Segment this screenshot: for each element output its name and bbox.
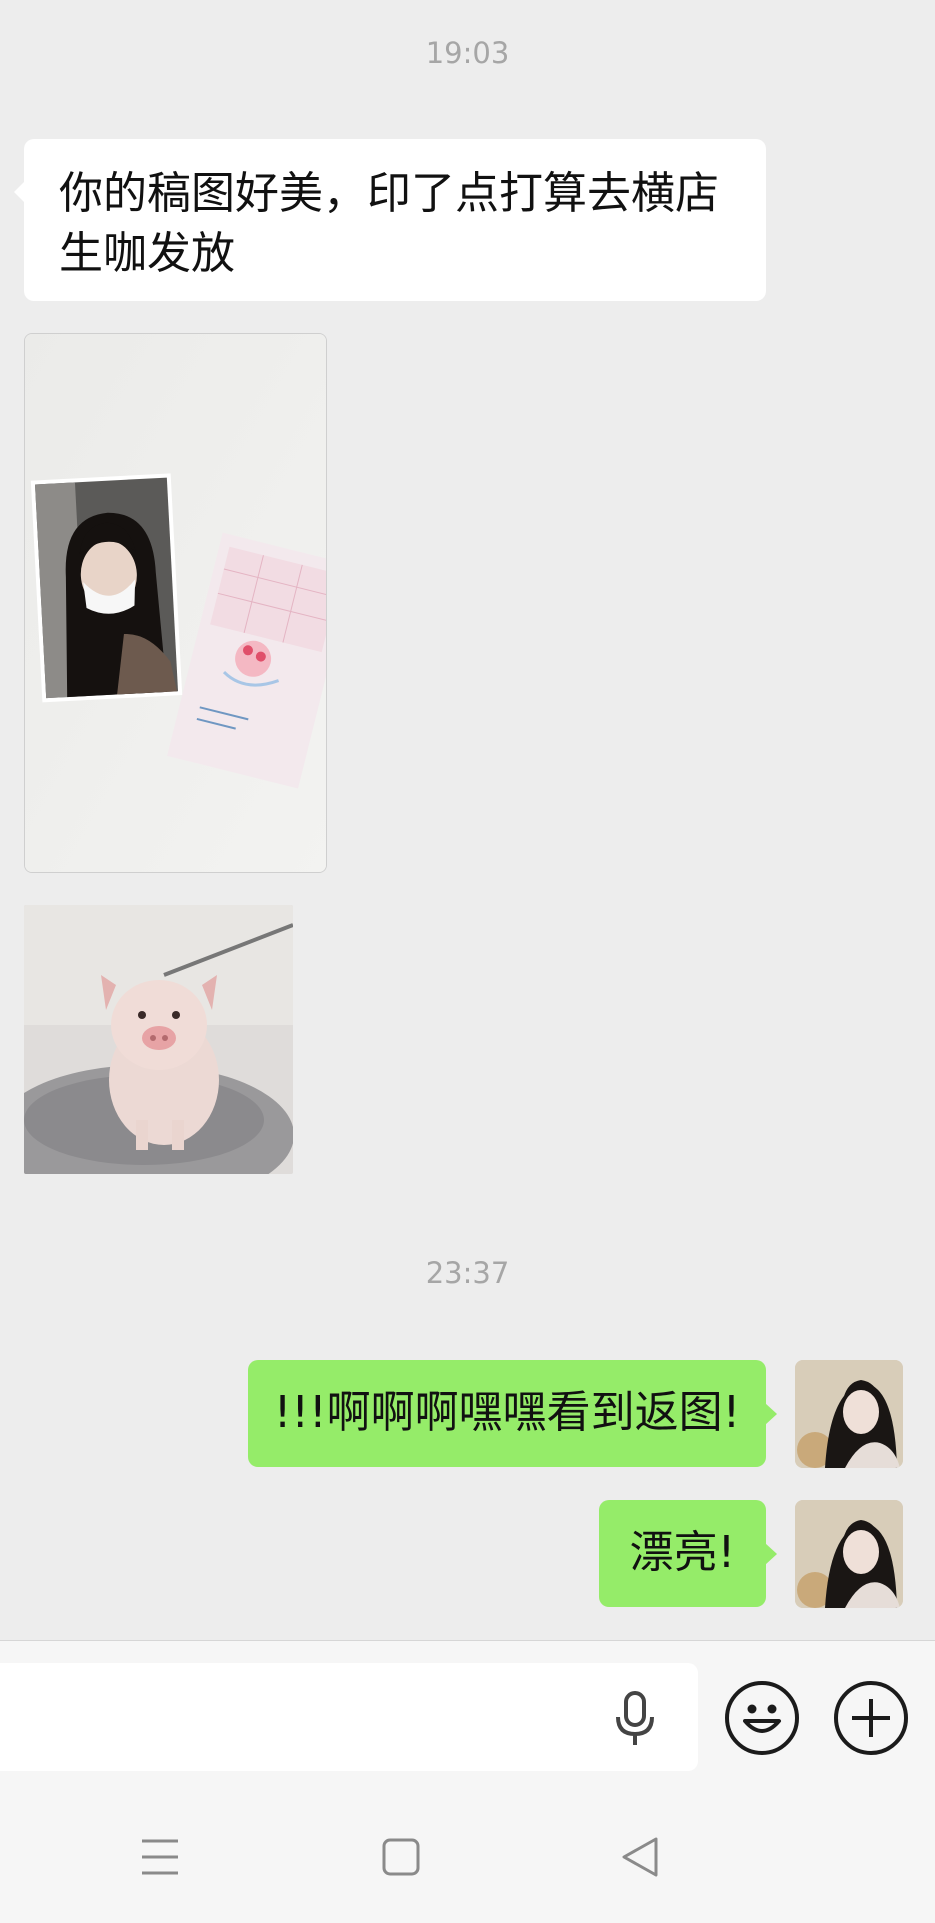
- message-input-bar: [0, 1640, 935, 1780]
- outgoing-message-text: !!!啊啊啊嘿嘿看到返图!: [273, 1387, 741, 1438]
- outgoing-message-text: 漂亮!: [629, 1527, 736, 1578]
- timestamp: 23:37: [425, 1256, 510, 1290]
- photo-cards-image: [25, 334, 326, 872]
- avatar-image: [795, 1360, 903, 1468]
- photo-message[interactable]: [24, 333, 327, 873]
- plus-circle-icon[interactable]: [834, 1681, 908, 1755]
- outgoing-message-bubble[interactable]: !!!啊啊啊嘿嘿看到返图!: [248, 1360, 777, 1467]
- home-square-icon[interactable]: [382, 1837, 420, 1881]
- chat-message-list[interactable]: 19:03 你的稿图好美，印了点打算去横店生咖发放 23:37 !!!啊啊啊嘿嘿…: [0, 0, 935, 1640]
- outgoing-message-bubble[interactable]: 漂亮!: [599, 1500, 777, 1607]
- system-navigation-bar: [0, 1780, 935, 1923]
- avatar-image: [795, 1500, 903, 1608]
- avatar[interactable]: [795, 1360, 903, 1468]
- incoming-message-bubble[interactable]: 你的稿图好美，印了点打算去横店生咖发放: [14, 139, 766, 301]
- menu-icon[interactable]: [140, 1837, 180, 1881]
- avatar[interactable]: [795, 1500, 903, 1608]
- incoming-message-text: 你的稿图好美，印了点打算去横店生咖发放: [59, 168, 719, 279]
- microphone-icon[interactable]: [610, 1691, 660, 1751]
- sticker-message[interactable]: [24, 905, 293, 1174]
- back-triangle-icon[interactable]: [620, 1836, 660, 1882]
- timestamp: 19:03: [425, 36, 510, 70]
- message-input[interactable]: [0, 1663, 698, 1771]
- smiley-icon[interactable]: [725, 1681, 799, 1755]
- piglet-sticker-image: [24, 905, 293, 1174]
